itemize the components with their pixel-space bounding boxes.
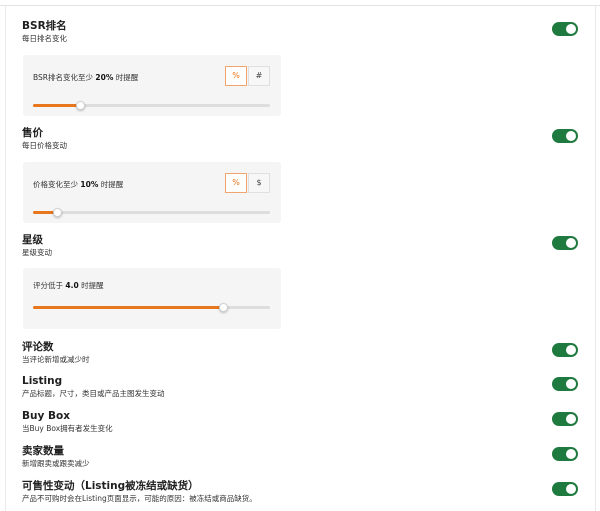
right-border xyxy=(595,5,596,511)
price-threshold-text: 价格变化至少 10% 时提醒 xyxy=(33,179,123,190)
bsr-threshold-panel: BSR排名变化至少 20% 时提醒 % # xyxy=(23,55,281,116)
rating-slider-thumb[interactable] xyxy=(218,303,228,312)
price-slider-track[interactable] xyxy=(33,208,270,217)
sellers-toggle[interactable] xyxy=(552,447,578,461)
rating-threshold-suffix: 时提醒 xyxy=(81,281,104,290)
bsr-slider-fill xyxy=(33,104,81,107)
toggle-knob xyxy=(566,379,576,389)
buybox-title: Buy Box xyxy=(22,410,70,422)
listing-toggle[interactable] xyxy=(552,377,578,391)
buybox-toggle[interactable] xyxy=(552,412,578,426)
rating-threshold-text: 评分低于 4.0 时提醒 xyxy=(33,280,104,291)
bsr-threshold-prefix: BSR排名变化至少 xyxy=(33,73,93,82)
bsr-description: 每日排名变化 xyxy=(22,34,67,43)
rating-slider-track[interactable] xyxy=(33,303,270,312)
bsr-unit-percent-button[interactable]: % xyxy=(225,66,247,86)
listing-description: 产品标题，尺寸，类目或产品主图发生变动 xyxy=(22,389,165,398)
reviews-alert-row: 评论数 当评论新增或减少时 xyxy=(22,341,580,365)
sellers-title: 卖家数量 xyxy=(22,445,64,457)
reviews-title: 评论数 xyxy=(22,341,54,353)
availability-toggle[interactable] xyxy=(552,482,578,496)
bsr-threshold-text: BSR排名变化至少 20% 时提醒 xyxy=(33,72,138,83)
toggle-knob xyxy=(566,345,576,355)
bsr-title: BSR排名 xyxy=(22,20,67,32)
bsr-alert-row: BSR排名 每日排名变化 xyxy=(22,20,580,44)
price-slider-thumb[interactable] xyxy=(52,208,62,217)
bsr-slider-track[interactable] xyxy=(33,101,270,110)
toggle-knob xyxy=(566,131,576,141)
top-divider xyxy=(0,5,600,6)
sellers-alert-row: 卖家数量 新增跟卖或跟卖减少 xyxy=(22,445,580,469)
sellers-description: 新增跟卖或跟卖减少 xyxy=(22,459,90,468)
rating-toggle[interactable] xyxy=(552,236,578,250)
availability-alert-row: 可售性变动（Listing被冻结或缺货） 产品不可购时会在Listing页面显示… xyxy=(22,480,580,504)
price-threshold-suffix: 时提醒 xyxy=(100,180,124,189)
price-unit-dollar-button[interactable]: $ xyxy=(248,173,270,193)
price-title: 售价 xyxy=(22,127,43,139)
rating-description: 星级变动 xyxy=(22,248,52,257)
rating-alert-row: 星级 星级变动 xyxy=(22,234,580,258)
rating-title: 星级 xyxy=(22,234,43,246)
price-threshold-prefix: 价格变化至少 xyxy=(33,180,78,189)
rating-threshold-prefix: 评分低于 xyxy=(33,281,63,290)
availability-description: 产品不可购时会在Listing页面显示，可能的原因：被冻结或商品缺货。 xyxy=(22,494,257,503)
price-unit-percent-button[interactable]: % xyxy=(225,173,247,193)
toggle-knob xyxy=(566,449,576,459)
toggle-knob xyxy=(566,484,576,494)
bsr-threshold-suffix: 时提醒 xyxy=(115,73,139,82)
bsr-unit-number-button[interactable]: # xyxy=(248,66,270,86)
rating-threshold-panel: 评分低于 4.0 时提醒 xyxy=(23,268,281,329)
price-alert-row: 售价 每日价格变动 xyxy=(22,127,580,151)
price-toggle[interactable] xyxy=(552,129,578,143)
reviews-description: 当评论新增或减少时 xyxy=(22,355,90,364)
buybox-alert-row: Buy Box 当Buy Box拥有者发生变化 xyxy=(22,410,580,434)
bsr-threshold-value: 20% xyxy=(95,73,114,82)
left-border xyxy=(5,5,6,511)
listing-alert-row: Listing 产品标题，尺寸，类目或产品主图发生变动 xyxy=(22,375,580,399)
price-threshold-panel: 价格变化至少 10% 时提醒 % $ xyxy=(23,162,281,223)
toggle-knob xyxy=(566,24,576,34)
bsr-slider-thumb[interactable] xyxy=(76,101,86,110)
bsr-toggle[interactable] xyxy=(552,22,578,36)
price-description: 每日价格变动 xyxy=(22,141,67,150)
toggle-knob xyxy=(566,238,576,248)
reviews-toggle[interactable] xyxy=(552,343,578,357)
toggle-knob xyxy=(566,414,576,424)
buybox-description: 当Buy Box拥有者发生变化 xyxy=(22,424,113,433)
listing-title: Listing xyxy=(22,375,63,387)
price-threshold-value: 10% xyxy=(80,180,99,189)
availability-title: 可售性变动（Listing被冻结或缺货） xyxy=(22,480,199,492)
rating-threshold-value: 4.0 xyxy=(65,281,79,290)
rating-slider-fill xyxy=(33,306,223,309)
